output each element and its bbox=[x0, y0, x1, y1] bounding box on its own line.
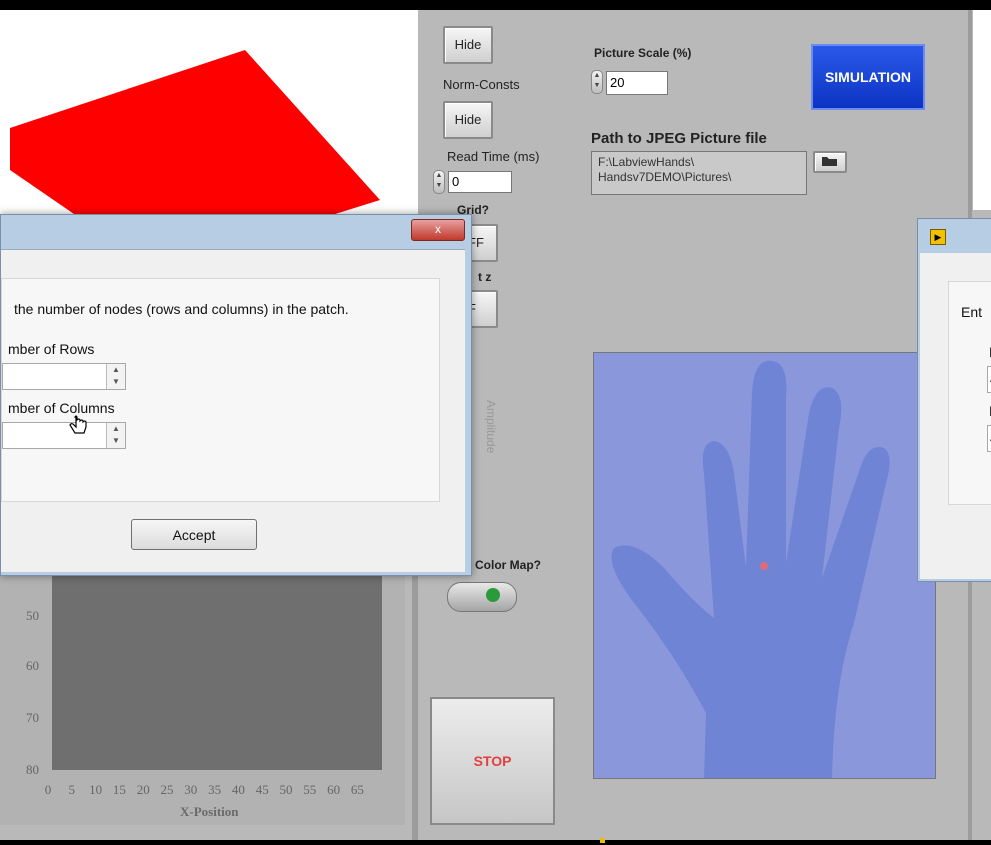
y-tick-60: 60 bbox=[26, 658, 39, 673]
picture-scale-label: Picture Scale (%) bbox=[594, 46, 692, 60]
hand-silhouette bbox=[611, 360, 890, 778]
accept-button[interactable]: Accept bbox=[131, 519, 257, 550]
x-tick-0: 0 bbox=[44, 782, 52, 797]
second-dialog: ▶ Ent N 4 N 4 bbox=[917, 218, 991, 582]
picture-scale-spinner[interactable]: ▲ ▼ bbox=[591, 70, 603, 94]
path-line-2: Handsv7DEMO\Pictures\ bbox=[598, 170, 732, 184]
x-tick-30: 30 bbox=[184, 782, 198, 797]
color-map-toggle[interactable] bbox=[447, 582, 517, 612]
labview-window-icon: ▶ bbox=[930, 229, 946, 245]
x-tick-10: 10 bbox=[89, 782, 103, 797]
node-count-dialog: x the number of nodes (rows and columns)… bbox=[0, 214, 472, 576]
second-dialog-group-box: Ent N 4 N 4 bbox=[948, 281, 991, 505]
rows-label: mber of Rows bbox=[8, 341, 95, 357]
surface-3d-view[interactable] bbox=[0, 10, 418, 225]
path-line-1: F:\LabviewHands\ bbox=[598, 155, 695, 169]
x-tick-55: 55 bbox=[303, 782, 317, 797]
y-tick-50: 50 bbox=[26, 608, 39, 623]
picture-scale-input[interactable]: 20 bbox=[606, 71, 668, 95]
close-button[interactable]: x bbox=[411, 219, 465, 241]
x-tick-20: 20 bbox=[136, 782, 150, 797]
dialog-group-box: the number of nodes (rows and columns) i… bbox=[1, 278, 440, 502]
x-tick-5: 5 bbox=[68, 782, 76, 797]
rows-input[interactable]: ▲ ▼ bbox=[2, 363, 126, 390]
browse-folder-button[interactable] bbox=[813, 151, 847, 173]
xy-graph: 50 60 70 80 0 5 10 15 20 25 30 35 40 45 50 55 60 65 X… bbox=[0, 570, 405, 825]
hide-button-1[interactable]: Hide bbox=[443, 26, 493, 64]
second-toggle-label: t z bbox=[478, 270, 492, 284]
x-tick-15: 15 bbox=[112, 782, 126, 797]
read-time-label: Read Time (ms) bbox=[447, 149, 540, 164]
second-dialog-rows-input[interactable]: 4 bbox=[987, 366, 991, 393]
graph-plot-area[interactable] bbox=[52, 570, 382, 770]
x-tick-40: 40 bbox=[231, 782, 245, 797]
x-tick-row: 0 5 10 15 20 25 30 35 40 45 50 55 60 65 bbox=[0, 782, 405, 798]
second-dialog-text: Ent bbox=[961, 304, 983, 320]
x-tick-60: 60 bbox=[327, 782, 341, 797]
columns-label: mber of Columns bbox=[8, 400, 115, 416]
folder-open-icon bbox=[822, 157, 837, 166]
amplitude-axis-label: Amplitude bbox=[484, 400, 498, 454]
x-axis-label: X-Position bbox=[180, 804, 239, 819]
second-dialog-columns-input[interactable]: 4 bbox=[987, 425, 991, 452]
stop-button[interactable]: STOP bbox=[430, 697, 555, 825]
y-tick-70: 70 bbox=[26, 710, 39, 725]
second-dialog-body: Ent N 4 N 4 bbox=[920, 253, 991, 579]
y-tick-80: 80 bbox=[26, 762, 39, 777]
toggle-led-indicator bbox=[486, 588, 500, 602]
x-tick-35: 35 bbox=[208, 782, 222, 797]
x-tick-45: 45 bbox=[255, 782, 269, 797]
read-time-input[interactable]: 0 bbox=[448, 171, 512, 193]
dialog-instruction: the number of nodes (rows and columns) i… bbox=[14, 301, 349, 317]
hand-cursor-icon bbox=[69, 415, 87, 434]
right-display-edge bbox=[973, 10, 991, 210]
x-tick-50: 50 bbox=[279, 782, 293, 797]
status-marker bbox=[600, 838, 605, 843]
columns-input[interactable]: ▲ ▼ bbox=[2, 422, 126, 449]
rows-spinner[interactable]: ▲ ▼ bbox=[106, 364, 125, 389]
x-tick-25: 25 bbox=[160, 782, 174, 797]
color-map-label: Color Map? bbox=[475, 558, 541, 572]
red-surface-plot bbox=[10, 50, 380, 225]
columns-spinner[interactable]: ▲ ▼ bbox=[106, 423, 125, 448]
jpeg-path-label: Path to JPEG Picture file bbox=[591, 130, 767, 147]
hand-image-display bbox=[593, 352, 936, 779]
read-time-spinner[interactable]: ▲ ▼ bbox=[433, 170, 445, 194]
jpeg-path-input[interactable]: F:\LabviewHands\ Handsv7DEMO\Pictures\ bbox=[591, 151, 807, 195]
hide-button-2[interactable]: Hide bbox=[443, 101, 493, 139]
x-tick-65: 65 bbox=[350, 782, 364, 797]
norm-consts-label: Norm-Consts bbox=[443, 77, 520, 92]
simulation-button[interactable]: SIMULATION bbox=[811, 44, 925, 110]
